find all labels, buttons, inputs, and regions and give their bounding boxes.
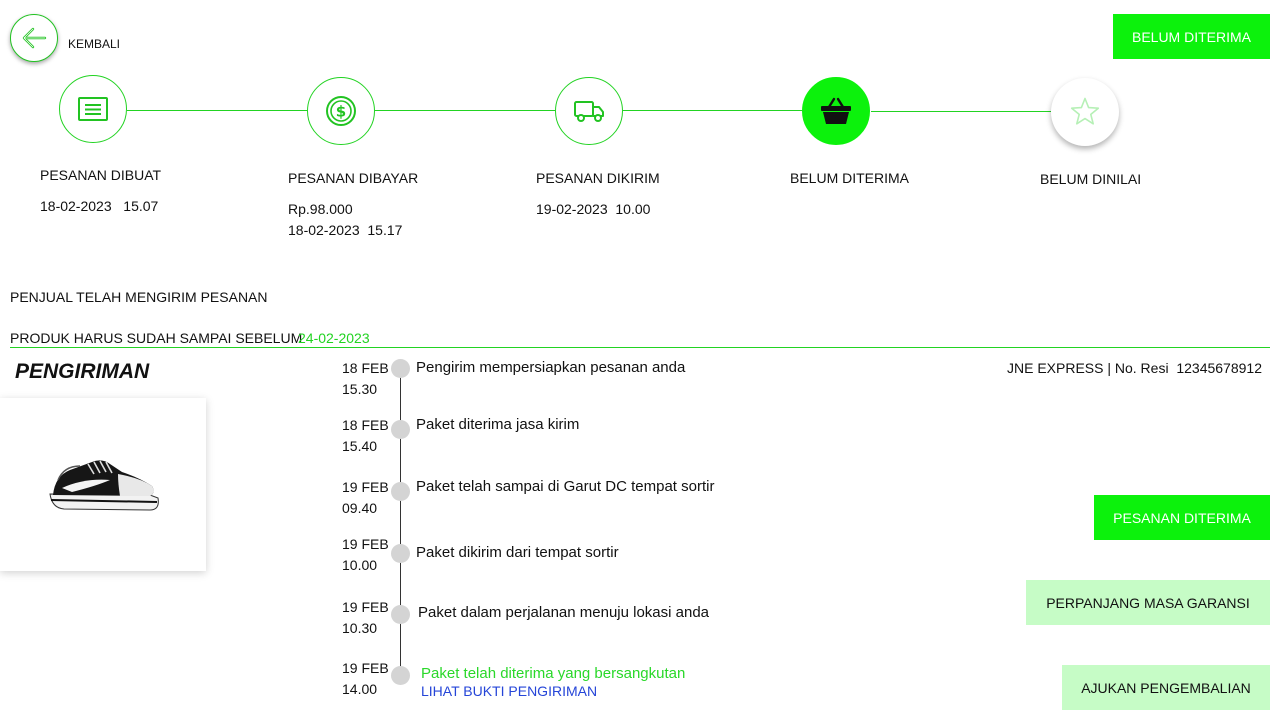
- event-date: 19 FEB 09.40: [342, 477, 389, 519]
- step-order-paid: $: [307, 77, 375, 145]
- step-label: PESANAN DIBAYAR: [288, 170, 419, 186]
- step-order-created: [59, 75, 127, 143]
- deadline-date: 24-02-2023: [298, 330, 370, 346]
- event-day: 19 FEB: [342, 536, 389, 552]
- section-divider: [10, 347, 1270, 348]
- event-date: 18 FEB 15.40: [342, 415, 389, 457]
- event-time: 14.00: [342, 681, 378, 697]
- event-time: 09.40: [342, 500, 378, 516]
- event-day: 19 FEB: [342, 479, 389, 495]
- event-description: Paket dalam perjalanan menuju lokasi and…: [418, 604, 710, 621]
- order-status-button[interactable]: BELUM DITERIMA: [1113, 14, 1270, 59]
- timeline-dot: [391, 605, 410, 624]
- event-description: Paket telah diterima yang bersangkutan: [421, 665, 686, 682]
- step-order-shipped: [555, 77, 623, 145]
- event-time: 15.40: [342, 438, 378, 454]
- event-description: Paket dikirim dari tempat sortir: [416, 544, 619, 561]
- product-card: [0, 398, 206, 571]
- event-date: 18 FEB 15.30: [342, 358, 389, 400]
- basket-icon: [821, 97, 851, 124]
- sneaker-image: [49, 460, 159, 511]
- event-day: 19 FEB: [342, 660, 389, 676]
- truck-icon: [574, 101, 604, 122]
- stepper-connector: [375, 110, 555, 111]
- extend-warranty-button[interactable]: PERPANJANG MASA GARANSI: [1026, 580, 1270, 625]
- event-time: 15.30: [342, 381, 378, 397]
- dollar-coin-icon: $: [326, 96, 356, 126]
- step-label: BELUM DINILAI: [1040, 171, 1142, 187]
- request-return-button[interactable]: AJUKAN PENGEMBALIAN: [1062, 665, 1270, 710]
- courier-tracking-info: JNE EXPRESS | No. Resi 12345678912: [1006, 360, 1262, 376]
- timeline-dot: [391, 666, 410, 685]
- step-detail: 18-02-2023 15.17: [288, 222, 403, 238]
- seller-sent-notice: PENJUAL TELAH MENGIRIM PESANAN: [10, 289, 268, 305]
- step-label: PESANAN DIKIRIM: [536, 170, 660, 186]
- event-time: 10.00: [342, 557, 378, 573]
- event-day: 18 FEB: [342, 360, 389, 376]
- step-not-received: [802, 77, 870, 145]
- event-date: 19 FEB 10.00: [342, 534, 389, 576]
- event-time: 10.30: [342, 620, 378, 636]
- step-label: BELUM DITERIMA: [790, 170, 910, 186]
- step-label: PESANAN DIBUAT: [40, 167, 162, 183]
- view-delivery-proof-link[interactable]: LIHAT BUKTI PENGIRIMAN: [421, 683, 597, 699]
- deadline-label: PRODUK HARUS SUDAH SAMPAI SEBELUM: [10, 330, 303, 346]
- step-detail: 18-02-2023 15.07: [40, 198, 159, 214]
- step-detail: Rp.98.000: [288, 201, 353, 217]
- shipping-title: PENGIRIMAN: [15, 360, 150, 383]
- timeline-line: [400, 368, 401, 676]
- timeline-dot: [391, 544, 410, 563]
- star-icon: [1070, 97, 1100, 125]
- arrow-left-icon: [22, 27, 47, 49]
- timeline-dot: [391, 420, 410, 439]
- order-received-button[interactable]: PESANAN DITERIMA: [1094, 495, 1270, 540]
- back-label: KEMBALI: [68, 37, 121, 51]
- event-day: 19 FEB: [342, 599, 389, 615]
- step-detail: 19-02-2023 10.00: [536, 201, 651, 217]
- step-not-rated: [1051, 78, 1119, 146]
- back-button[interactable]: [10, 14, 58, 62]
- event-day: 18 FEB: [342, 417, 389, 433]
- event-description: Paket diterima jasa kirim: [416, 416, 580, 433]
- stepper-connector: [871, 111, 1051, 112]
- stepper-connector: [127, 110, 307, 111]
- svg-text:$: $: [336, 103, 346, 121]
- timeline-dot: [391, 482, 410, 501]
- event-description: Paket telah sampai di Garut DC tempat so…: [416, 478, 715, 495]
- event-date: 19 FEB 10.30: [342, 597, 389, 639]
- receipt-icon: [78, 97, 108, 121]
- event-date: 19 FEB 14.00: [342, 658, 389, 700]
- event-description: Pengirim mempersiapkan pesanan anda: [416, 359, 686, 376]
- stepper-connector: [623, 110, 803, 111]
- timeline-dot: [391, 359, 410, 378]
